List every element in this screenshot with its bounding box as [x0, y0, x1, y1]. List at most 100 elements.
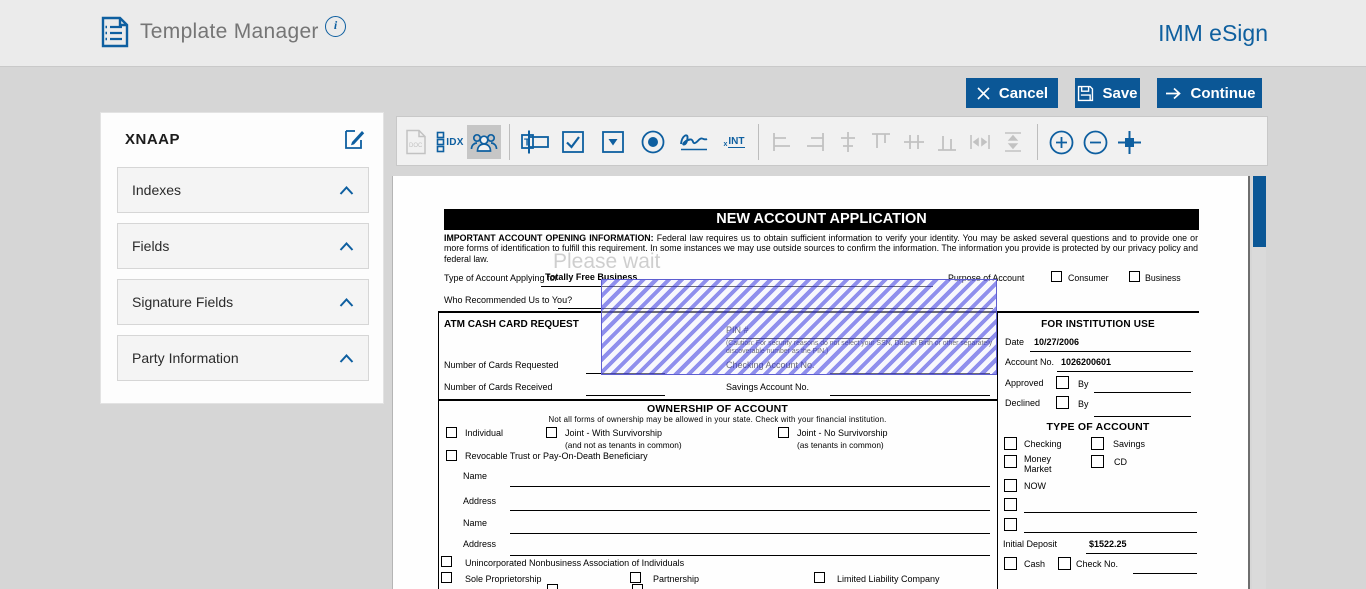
form-title: NEW ACCOUNT APPLICATION: [444, 209, 1199, 230]
document-icon: DOC: [403, 125, 429, 159]
align-top-icon: [866, 125, 896, 159]
section-label: Fields: [132, 238, 170, 254]
by-label: By: [1078, 379, 1089, 389]
field-line: [510, 555, 990, 556]
distribute-vertical-icon: [998, 125, 1028, 159]
institution-title: FOR INSTITUTION USE: [1041, 319, 1155, 330]
toolbar-separator: [1037, 124, 1038, 160]
sidebar-section-indexes[interactable]: Indexes: [117, 167, 369, 213]
sidebar-section-signature-fields[interactable]: Signature Fields: [117, 279, 369, 325]
info-icon[interactable]: i: [325, 16, 346, 37]
zoom-out-icon[interactable]: [1079, 125, 1111, 159]
type-of-account-title: TYPE OF ACCOUNT: [1046, 421, 1150, 433]
field-line: [1133, 573, 1197, 574]
unincorporated-label: Unincorporated Nonbusiness Association o…: [465, 558, 685, 568]
consumer-checkbox: [1051, 271, 1062, 282]
party-fields-icon[interactable]: [467, 125, 501, 159]
field-line: [1094, 416, 1191, 417]
declined-checkbox: [1056, 396, 1069, 409]
field-line: [1086, 553, 1197, 554]
revocable-label: Revocable Trust or Pay-On-Death Benefici…: [465, 451, 648, 461]
now-checkbox: [1004, 479, 1017, 492]
field-line: [1024, 532, 1197, 533]
initial-deposit-label: Initial Deposit: [1003, 539, 1058, 549]
ownership-note: Not all forms of ownership may be allowe…: [548, 415, 887, 424]
scrollbar-thumb[interactable]: [1253, 176, 1266, 247]
address-label: Address: [463, 496, 497, 506]
please-wait-text: Please wait: [553, 250, 661, 273]
partnership-checkbox: [630, 572, 641, 583]
cash-checkbox: [1004, 557, 1017, 570]
joint-with-checkbox: [546, 427, 557, 438]
text-field-icon[interactable]: T: [518, 125, 552, 159]
crosshair-icon[interactable]: [1113, 125, 1145, 159]
field-line: [1030, 351, 1191, 352]
name-label: Name: [463, 518, 488, 528]
sidebar-section-party-information[interactable]: Party Information: [117, 335, 369, 381]
other-checkbox: [1004, 498, 1017, 511]
intro-lead: IMPORTANT ACCOUNT OPENING INFORMATION:: [444, 233, 654, 243]
cash-label: Cash: [1024, 559, 1046, 569]
check-no-label: Check No.: [1076, 559, 1119, 569]
save-button[interactable]: Save: [1075, 78, 1140, 108]
continue-button[interactable]: Continue: [1157, 78, 1262, 108]
savings-label: Savings: [1113, 439, 1146, 449]
chevron-up-icon: [339, 297, 354, 307]
sole-label: Sole Proprietorship: [465, 574, 542, 584]
align-left-icon: [767, 125, 797, 159]
account-no-label: Account No.: [1005, 357, 1055, 367]
radio-field-icon[interactable]: [637, 125, 669, 159]
app-header: Template Manager i IMM eSign: [0, 0, 1366, 67]
chevron-up-icon: [339, 353, 354, 363]
dropdown-field-icon[interactable]: [598, 125, 628, 159]
initial-deposit-value: $1522.25: [1089, 539, 1127, 549]
chevron-up-icon: [339, 185, 354, 195]
cd-checkbox: [1091, 455, 1104, 468]
approved-checkbox: [1056, 376, 1069, 389]
align-right-icon: [800, 125, 830, 159]
revocable-checkbox: [446, 450, 457, 461]
address-label: Address: [463, 539, 497, 549]
partial-checkbox: [547, 584, 558, 589]
date-value: 10/27/2006: [1034, 337, 1080, 347]
section-divider: [438, 399, 997, 401]
x-icon: [977, 86, 990, 100]
signature-field-icon[interactable]: [676, 125, 712, 159]
field-line: [1057, 371, 1193, 372]
index-fields-icon[interactable]: IDX: [433, 125, 467, 159]
date-label: Date: [1005, 337, 1025, 347]
cancel-button-label: Cancel: [998, 84, 1049, 102]
field-line: [510, 510, 990, 511]
cancel-button[interactable]: Cancel: [966, 78, 1058, 108]
atm-title: ATM CASH CARD REQUEST: [444, 319, 579, 330]
document-canvas[interactable]: Please wait NEW ACCOUNT APPLICATION IMPO…: [392, 176, 1250, 589]
sidebar-section-fields[interactable]: Fields: [117, 223, 369, 269]
field-line: [510, 486, 990, 487]
idx-label: IDX: [446, 136, 464, 148]
savings-no-label: Savings Account No.: [726, 382, 810, 392]
continue-button-label: Continue: [1190, 84, 1256, 102]
field-line: [1024, 512, 1197, 513]
who-recommended-label: Who Recommended Us to You?: [444, 295, 573, 305]
initials-field-icon[interactable]: x INT: [715, 125, 753, 159]
distribute-horizontal-icon: [899, 125, 929, 159]
placed-field-overlay[interactable]: [601, 279, 997, 375]
toolbar-separator: [509, 124, 510, 160]
approved-label: Approved: [1005, 378, 1044, 388]
form-left-border: [438, 311, 439, 589]
zoom-in-icon[interactable]: [1045, 125, 1077, 159]
business-checkbox: [1129, 271, 1140, 282]
account-no-value: 1026200601: [1061, 357, 1112, 367]
floppy-icon: [1078, 85, 1094, 101]
llc-label: Limited Liability Company: [837, 574, 940, 584]
individual-label: Individual: [465, 428, 504, 438]
money-market-label: Money Market: [1024, 454, 1052, 474]
svg-text:DOC: DOC: [409, 143, 423, 149]
edit-template-icon[interactable]: [343, 127, 367, 156]
by-label: By: [1078, 399, 1089, 409]
field-toolbar: DOC IDX T x INT: [396, 116, 1268, 166]
template-name: XNAAP: [125, 131, 181, 148]
checkbox-field-icon[interactable]: [558, 125, 588, 159]
sole-checkbox: [441, 572, 452, 583]
save-button-label: Save: [1102, 84, 1138, 102]
